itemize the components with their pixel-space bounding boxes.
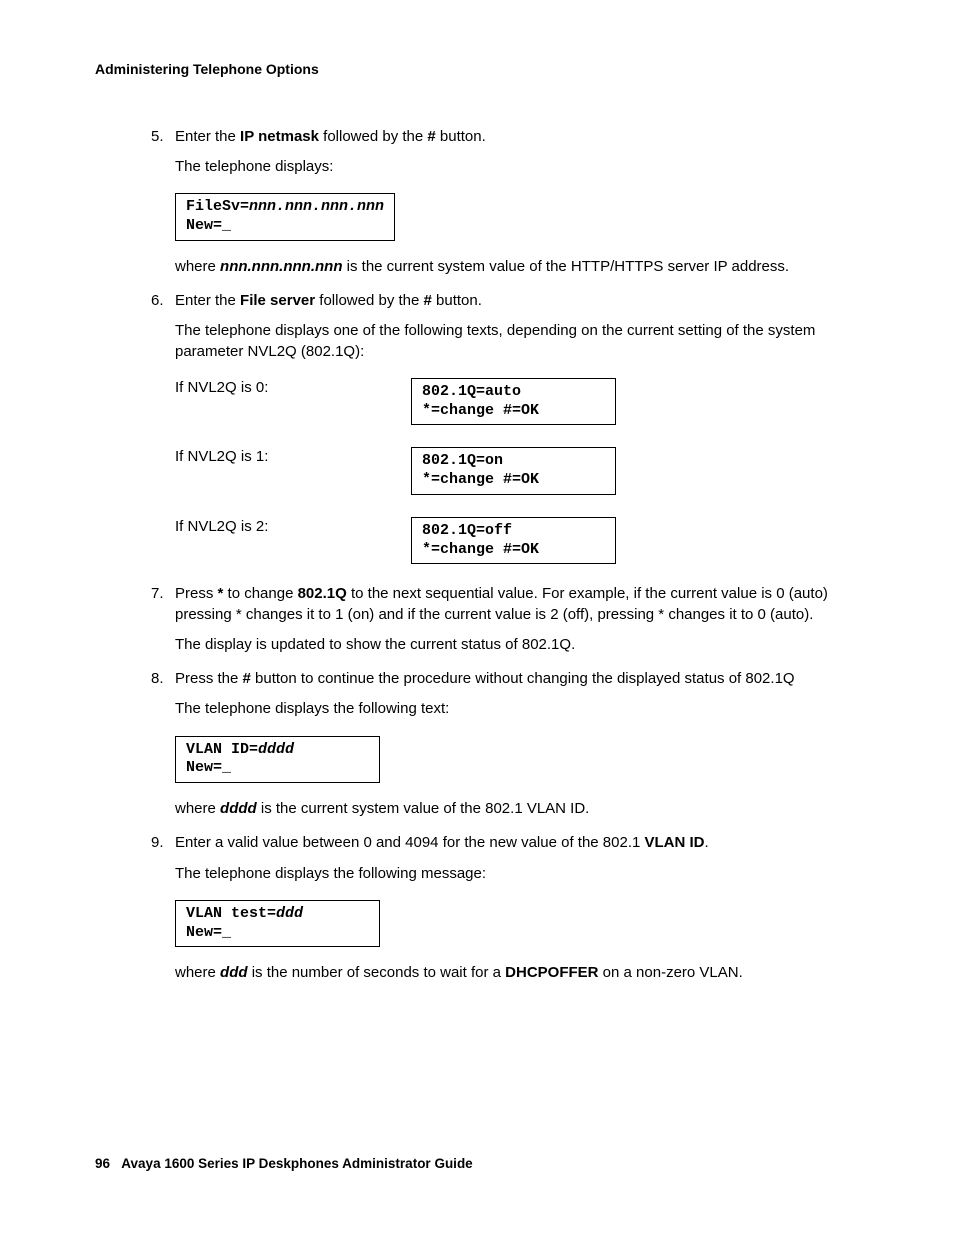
display-box-8021q-on: 802.1Q=on *=change #=OK: [411, 447, 616, 495]
step-subtext: where ddd is the number of seconds to wa…: [175, 963, 859, 983]
step-number: 9.: [151, 833, 164, 853]
row-label: If NVL2Q is 0:: [175, 372, 411, 398]
step-subtext: The display is updated to show the curre…: [175, 635, 859, 655]
display-box-8021q-off: 802.1Q=off *=change #=OK: [411, 517, 616, 565]
page-header: Administering Telephone Options: [95, 60, 859, 79]
row-label: If NVL2Q is 1:: [175, 441, 411, 467]
nvl2q-row-2: If NVL2Q is 2: 802.1Q=off *=change #=OK: [175, 511, 859, 571]
display-box-filesv: FileSv=nnn.nnn.nnn.nnn New=_: [175, 193, 395, 241]
step-text: Enter the IP netmask followed by the # b…: [175, 128, 486, 145]
step-subtext: The telephone displays one of the follow…: [175, 321, 859, 362]
display-box-vlan-test: VLAN test=ddd New=_: [175, 900, 380, 948]
step-text: Enter a valid value between 0 and 4094 f…: [175, 834, 709, 851]
step-6: 6. Enter the File server followed by the…: [95, 291, 859, 570]
instruction-list: 5. Enter the IP netmask followed by the …: [95, 127, 859, 984]
row-label: If NVL2Q is 2:: [175, 511, 411, 537]
step-5: 5. Enter the IP netmask followed by the …: [95, 127, 859, 277]
page-footer: 96 Avaya 1600 Series IP Deskphones Admin…: [95, 1155, 473, 1173]
doc-title: Avaya 1600 Series IP Deskphones Administ…: [121, 1156, 472, 1171]
step-number: 8.: [151, 669, 164, 689]
step-subtext: The telephone displays:: [175, 157, 859, 177]
step-subtext: The telephone displays the following tex…: [175, 699, 859, 719]
step-9: 9. Enter a valid value between 0 and 409…: [95, 833, 859, 983]
nvl2q-row-1: If NVL2Q is 1: 802.1Q=on *=change #=OK: [175, 441, 859, 501]
page-number: 96: [95, 1156, 110, 1171]
step-subtext: The telephone displays the following mes…: [175, 864, 859, 884]
step-8: 8. Press the # button to continue the pr…: [95, 669, 859, 819]
step-text: Press the # button to continue the proce…: [175, 670, 795, 687]
step-7: 7. Press * to change 802.1Q to the next …: [95, 584, 859, 655]
nvl2q-row-0: If NVL2Q is 0: 802.1Q=auto *=change #=OK: [175, 372, 859, 432]
step-number: 7.: [151, 584, 164, 604]
display-box-8021q-auto: 802.1Q=auto *=change #=OK: [411, 378, 616, 426]
step-subtext: where nnn.nnn.nnn.nnn is the current sys…: [175, 257, 859, 277]
step-text: Enter the File server followed by the # …: [175, 292, 482, 309]
step-text: Press * to change 802.1Q to the next seq…: [175, 585, 828, 622]
step-subtext: where dddd is the current system value o…: [175, 799, 859, 819]
step-number: 6.: [151, 291, 164, 311]
display-box-vlan-id: VLAN ID=dddd New=_: [175, 736, 380, 784]
step-number: 5.: [151, 127, 164, 147]
